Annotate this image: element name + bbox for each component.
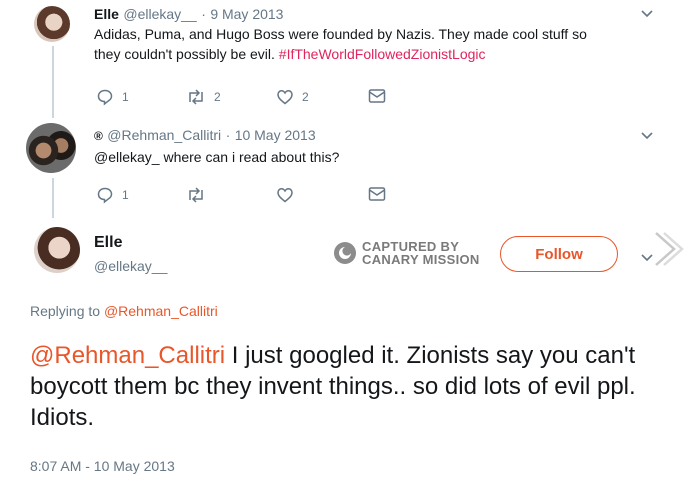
tweet-text: @ellekay_ where can i read about this?	[94, 149, 340, 165]
separator-dot: ·	[201, 6, 206, 22]
tweet-text-part: they couldn't possibly be evil.	[94, 46, 275, 62]
replying-to-link[interactable]: @Rehman_Callitri	[104, 303, 218, 319]
heart-icon	[277, 90, 293, 105]
avatar[interactable]	[34, 6, 70, 42]
watermark-line: CANARY MISSION	[362, 252, 480, 267]
chevron-down-icon[interactable]	[640, 6, 654, 22]
reply-action[interactable]: 1	[96, 186, 129, 204]
handle[interactable]: @ellekay__	[123, 6, 196, 22]
main-tweet-text: @Rehman_Callitri I just googled it. Zion…	[30, 340, 670, 433]
watermark-text: CAPTURED BY CANARY MISSION	[362, 240, 480, 266]
retweet-icon	[189, 187, 203, 203]
retweet-action[interactable]	[186, 186, 206, 204]
envelope-icon	[368, 187, 386, 201]
tweet-header: Elle @ellekay__ · 9 May 2013	[94, 6, 283, 24]
chevron-down-icon[interactable]	[640, 128, 654, 144]
tweet-date[interactable]: 9 May 2013	[210, 6, 283, 22]
canary-logo-icon	[334, 242, 356, 264]
hashtag-link[interactable]: #IfTheWorldFollowedZionistLogic	[279, 46, 486, 62]
separator-dot: ·	[225, 127, 231, 143]
follow-button[interactable]: Follow	[500, 236, 618, 272]
envelope-icon	[368, 89, 386, 103]
replying-prefix: Replying to	[30, 303, 101, 319]
reply-count: 1	[122, 188, 129, 202]
like-action[interactable]: 2	[276, 88, 309, 106]
display-name[interactable]: Elle	[94, 6, 119, 22]
tweet-date[interactable]: 10 May 2013	[235, 127, 316, 143]
avatar[interactable]	[34, 227, 80, 273]
tweet-timestamp[interactable]: 8:07 AM - 10 May 2013	[30, 458, 175, 474]
replying-to: Replying to @Rehman_Callitri	[30, 303, 218, 319]
reply-count: 1	[122, 90, 129, 104]
verified-badge: ®	[94, 129, 103, 143]
tweet-text-line: Adidas, Puma, and Hugo Boss were founded…	[94, 26, 587, 42]
heart-icon	[277, 188, 293, 203]
dm-action[interactable]	[368, 88, 386, 104]
next-arrow-icon[interactable]	[652, 230, 684, 273]
tweet-header: ® @Rehman_Callitri · 10 May 2013	[94, 127, 316, 145]
main-display-name[interactable]: Elle	[94, 234, 122, 252]
reply-icon	[97, 89, 113, 106]
reply-icon	[97, 187, 113, 204]
retweet-icon	[189, 89, 203, 105]
main-handle[interactable]: @ellekay__	[94, 258, 167, 274]
avatar[interactable]	[26, 123, 76, 173]
canary-mission-watermark: CAPTURED BY CANARY MISSION	[334, 240, 480, 266]
mention-link[interactable]: @Rehman_Callitri	[30, 342, 225, 369]
thread-line	[52, 178, 54, 218]
tweet-text: Adidas, Puma, and Hugo Boss were founded…	[94, 24, 654, 64]
tweet-text-line: they couldn't possibly be evil. #IfTheWo…	[94, 44, 654, 64]
dm-action[interactable]	[368, 186, 386, 202]
handle[interactable]: @Rehman_Callitri	[107, 127, 221, 143]
like-action[interactable]	[276, 186, 294, 204]
reply-action[interactable]: 1	[96, 88, 129, 106]
retweet-action[interactable]: 2	[186, 88, 221, 106]
like-count: 2	[302, 90, 309, 104]
thread-line	[52, 46, 54, 118]
retweet-count: 2	[214, 90, 221, 104]
